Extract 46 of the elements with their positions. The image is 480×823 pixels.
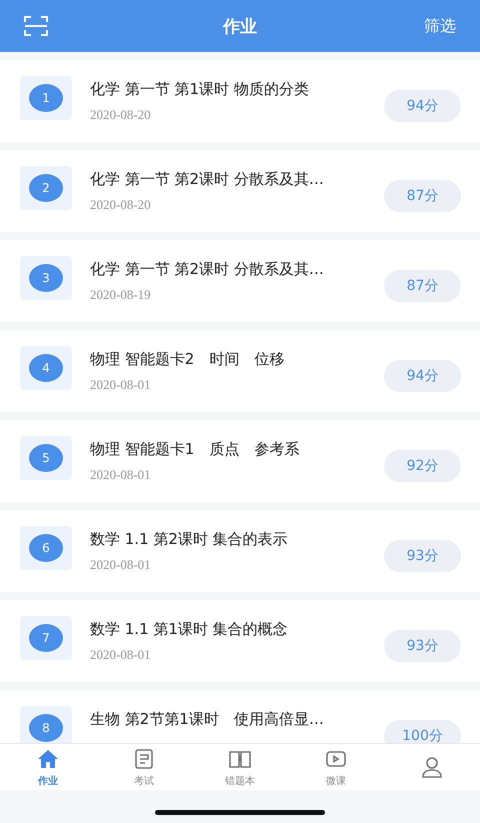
score-badge: 93分 (384, 630, 461, 662)
assignment-date: 2020-08-20 (90, 107, 152, 123)
assignment-row[interactable]: 2 化学 第一节 第2课时 分散系及其… 2020-08-20 87分 (0, 150, 480, 232)
assignment-title: 物理 智能题卡1 质点 参考系 (90, 440, 300, 459)
assignment-title: 生物 第2节第1课时 使用高倍显… (90, 710, 325, 729)
score-badge: 94分 (384, 90, 461, 122)
assignment-row[interactable]: 5 物理 智能题卡1 质点 参考系 2020-08-01 92分 (0, 420, 480, 502)
assignment-date: 2020-08-01 (90, 467, 152, 483)
score-badge: 94分 (384, 360, 461, 392)
assignment-title: 化学 第一节 第1课时 物质的分类 (90, 80, 310, 99)
assignment-title: 化学 第一节 第2课时 分散系及其… (90, 260, 325, 279)
number-badge: 2 (29, 174, 63, 202)
number-badge: 1 (29, 84, 63, 112)
number-badge: 4 (29, 354, 63, 382)
assignment-title: 数学 1.1 第1课时 集合的概念 (90, 620, 289, 639)
assignment-row[interactable]: 3 化学 第一节 第2课时 分散系及其… 2020-08-19 87分 (0, 240, 480, 322)
assignment-row[interactable]: 6 数学 1.1 第2课时 集合的表示 2020-08-01 93分 (0, 510, 480, 592)
score-badge: 93分 (384, 540, 461, 572)
assignment-title: 数学 1.1 第2课时 集合的表示 (90, 530, 289, 549)
tab[interactable]: 考试 (96, 744, 192, 790)
assignment-row[interactable]: 8 生物 第2节第1课时 使用高倍显… 100分 (0, 690, 480, 743)
document-icon (132, 746, 156, 770)
number-badge: 3 (29, 264, 63, 292)
score-badge: 100分 (384, 720, 461, 743)
scan-icon[interactable] (24, 16, 48, 36)
user-icon (420, 755, 444, 779)
assignment-row[interactable]: 4 物理 智能题卡2 时间 位移 2020-08-01 94分 (0, 330, 480, 412)
assignment-title: 物理 智能题卡2 时间 位移 (90, 350, 286, 369)
score-badge: 87分 (384, 180, 461, 212)
assignment-date: 2020-08-01 (90, 557, 152, 573)
page-title: 作业 (223, 16, 257, 38)
number-badge: 5 (29, 444, 63, 472)
assignment-row[interactable]: 7 数学 1.1 第1课时 集合的概念 2020-08-01 93分 (0, 600, 480, 682)
assignment-date: 2020-08-20 (90, 197, 152, 213)
assignment-row[interactable]: 1 化学 第一节 第1课时 物质的分类 2020-08-20 94分 (0, 60, 480, 142)
number-badge: 7 (29, 624, 63, 652)
tab[interactable]: 作业 (0, 744, 96, 790)
assignment-date: 2020-08-19 (90, 287, 152, 303)
score-badge: 87分 (384, 270, 461, 302)
assignment-title: 化学 第一节 第2课时 分散系及其… (90, 170, 325, 189)
score-badge: 92分 (384, 450, 461, 482)
tab[interactable]: 微课 (288, 744, 384, 790)
assignment-date: 2020-08-01 (90, 377, 152, 393)
assignment-date: 2020-08-01 (90, 647, 152, 663)
number-badge: 8 (29, 714, 63, 742)
number-badge: 6 (29, 534, 63, 562)
